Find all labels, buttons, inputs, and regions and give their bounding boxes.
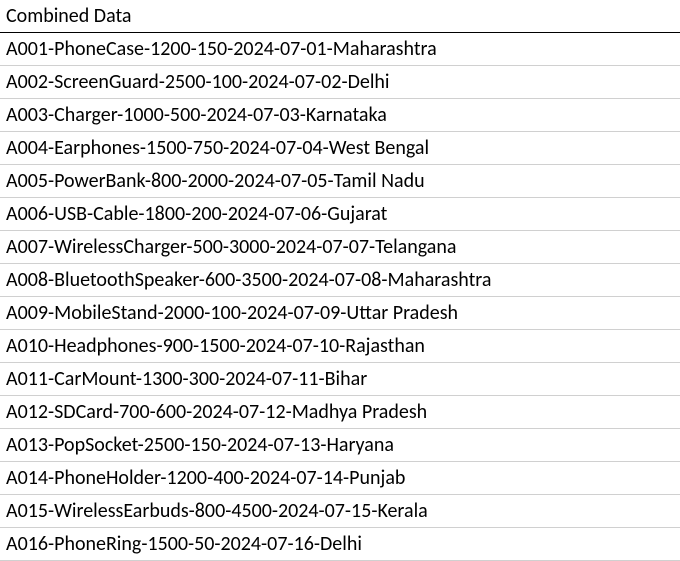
table-row: A007-WirelessCharger-500-3000-2024-07-07… — [0, 231, 680, 264]
table-row: A003-Charger-1000-500-2024-07-03-Karnata… — [0, 99, 680, 132]
table-row: A013-PopSocket-2500-150-2024-07-13-Harya… — [0, 429, 680, 462]
table-row: A011-CarMount-1300-300-2024-07-11-Bihar — [0, 363, 680, 396]
table-row: A002-ScreenGuard-2500-100-2024-07-02-Del… — [0, 66, 680, 99]
table-row: A008-BluetoothSpeaker-600-3500-2024-07-0… — [0, 264, 680, 297]
table-header: Combined Data — [0, 0, 680, 33]
table-row: A004-Earphones-1500-750-2024-07-04-West … — [0, 132, 680, 165]
table-row: A005-PowerBank-800-2000-2024-07-05-Tamil… — [0, 165, 680, 198]
table-row: A009-MobileStand-2000-100-2024-07-09-Utt… — [0, 297, 680, 330]
data-table: Combined Data A001-PhoneCase-1200-150-20… — [0, 0, 680, 561]
table-row: A015-WirelessEarbuds-800-4500-2024-07-15… — [0, 495, 680, 528]
table-row: A001-PhoneCase-1200-150-2024-07-01-Mahar… — [0, 33, 680, 66]
table-row: A010-Headphones-900-1500-2024-07-10-Raja… — [0, 330, 680, 363]
table-row: A014-PhoneHolder-1200-400-2024-07-14-Pun… — [0, 462, 680, 495]
table-row: A016-PhoneRing-1500-50-2024-07-16-Delhi — [0, 528, 680, 561]
table-row: A012-SDCard-700-600-2024-07-12-Madhya Pr… — [0, 396, 680, 429]
table-row: A006-USB-Cable-1800-200-2024-07-06-Gujar… — [0, 198, 680, 231]
